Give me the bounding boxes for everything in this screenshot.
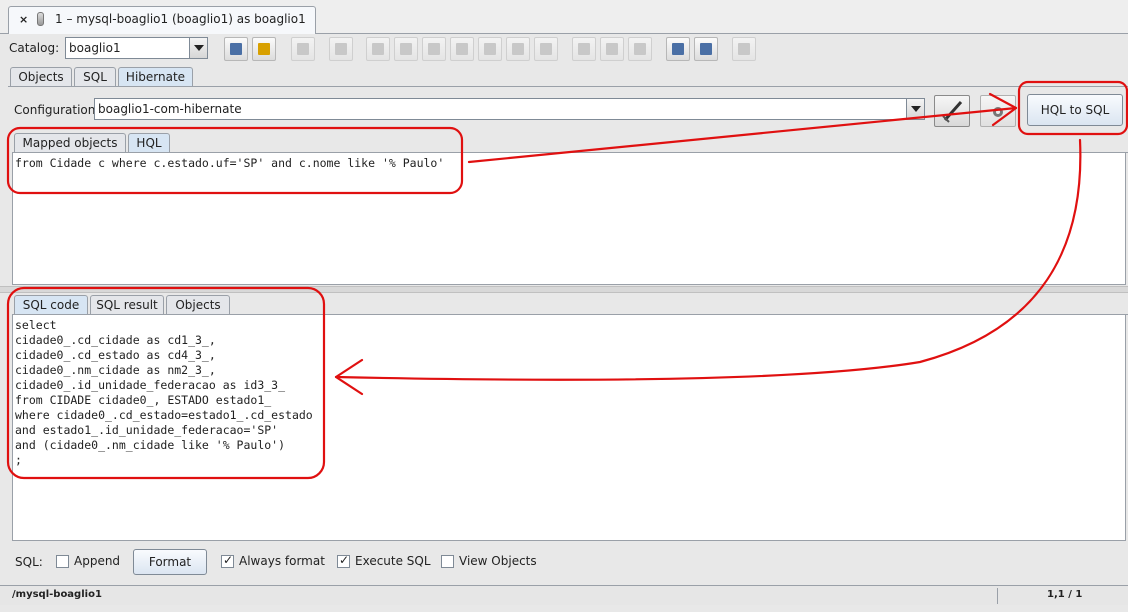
tab-sql-code-label: SQL code	[22, 298, 80, 312]
hql-editor[interactable]: from Cidade c where c.estado.uf='SP' and…	[12, 153, 1126, 285]
sql-line: cidade0_.nm_cidade as nm2_3_,	[15, 363, 216, 377]
sql-line: select	[15, 318, 57, 332]
copy-icon[interactable]	[422, 37, 446, 61]
stop-icon[interactable]	[291, 37, 315, 61]
sql-options-label: SQL:	[15, 555, 43, 569]
view-objects-checkbox[interactable]	[441, 555, 454, 568]
edit-window-icon[interactable]	[694, 37, 718, 61]
append-checkbox[interactable]	[56, 555, 69, 568]
toolbar: Catalog: boaglio1	[0, 35, 1128, 63]
tab-objects-result-label: Objects	[175, 298, 221, 312]
sql-options-row: SQL: Append Format Always format Execute…	[0, 547, 1128, 577]
connection-status: /mysql-boaglio1	[12, 589, 102, 600]
list-icon[interactable]	[628, 37, 652, 61]
arrow-down-icon[interactable]	[600, 37, 624, 61]
brush-icon	[942, 101, 963, 123]
settings-icon[interactable]	[732, 37, 756, 61]
sql-code-editor[interactable]: select cidade0_.cd_cidade as cd1_3_, cid…	[12, 315, 1126, 541]
status-divider	[997, 588, 998, 604]
hql-to-sql-button[interactable]: HQL to SQL	[1027, 94, 1123, 126]
step-icon[interactable]	[329, 37, 353, 61]
configuration-select[interactable]: boaglio1-com-hibernate	[94, 98, 925, 120]
tab-objects-result[interactable]: Objects	[166, 295, 230, 315]
chevron-down-icon[interactable]	[906, 99, 924, 119]
window-icon[interactable]	[666, 37, 690, 61]
execute-sql-label: Execute SQL	[355, 554, 431, 568]
sql-line: from CIDADE cidade0_, ESTADO estado1_	[15, 393, 272, 407]
open-icon[interactable]	[394, 37, 418, 61]
tab-objects-label: Objects	[18, 70, 64, 84]
settings-button[interactable]	[980, 95, 1016, 127]
tab-mapped-objects-label: Mapped objects	[22, 136, 118, 150]
sql-line: ;	[15, 453, 22, 467]
sql-line: cidade0_.id_unidade_federacao as id3_3_	[15, 378, 286, 392]
save-icon[interactable]	[450, 37, 474, 61]
tab-sql-label: SQL	[83, 70, 107, 84]
catalog-label: Catalog:	[9, 41, 60, 55]
tab-mapped-objects[interactable]: Mapped objects	[14, 133, 126, 153]
print-icon[interactable]	[506, 37, 530, 61]
document-tab[interactable]: × 1 – mysql-boaglio1 (boaglio1) as boagl…	[8, 6, 316, 34]
sql-line: cidade0_.cd_estado as cd4_3_,	[15, 348, 216, 362]
save-as-icon[interactable]	[478, 37, 502, 61]
always-format-checkbox[interactable]	[221, 553, 234, 568]
tab-hibernate-label: Hibernate	[125, 70, 186, 84]
tab-hql[interactable]: HQL	[128, 133, 170, 153]
arrow-up-icon[interactable]	[572, 37, 596, 61]
always-format-label: Always format	[239, 554, 325, 568]
tab-sql-code[interactable]: SQL code	[14, 295, 88, 315]
new-icon[interactable]	[366, 37, 390, 61]
status-bar: /mysql-boaglio1 1,1 / 1	[0, 585, 1128, 605]
sql-line: cidade0_.cd_cidade as cd1_3_,	[15, 333, 216, 347]
document-tab-strip: × 1 – mysql-boaglio1 (boaglio1) as boagl…	[0, 0, 1128, 34]
tab-hql-label: HQL	[136, 136, 162, 150]
close-icon[interactable]: ×	[19, 13, 28, 26]
gear-icon	[993, 107, 1003, 117]
document-tab-title: 1 – mysql-boaglio1 (boaglio1) as boaglio…	[55, 12, 306, 26]
sql-line: and estado1_.id_unidade_federacao='SP'	[15, 423, 279, 437]
database-icon	[37, 12, 44, 26]
tab-objects[interactable]: Objects	[10, 67, 72, 87]
hql-query-text: from Cidade c where c.estado.uf='SP' and…	[15, 156, 445, 170]
append-label: Append	[74, 554, 121, 568]
tab-divider	[8, 86, 1128, 87]
tab-sql-result-label: SQL result	[96, 298, 158, 312]
execute-sql-checkbox[interactable]	[337, 553, 350, 568]
delete-icon[interactable]	[534, 37, 558, 61]
tab-hibernate[interactable]: Hibernate	[118, 67, 193, 87]
tab-sql-result[interactable]: SQL result	[90, 295, 164, 315]
brush-button[interactable]	[934, 95, 970, 127]
cursor-position: 1,1 / 1	[1047, 589, 1083, 600]
tab-sql[interactable]: SQL	[74, 67, 116, 87]
catalog-select[interactable]: boaglio1	[65, 37, 208, 59]
sql-line: where cidade0_.cd_estado=estado1_.cd_est…	[15, 408, 313, 422]
configuration-value: boaglio1-com-hibernate	[98, 102, 242, 116]
configuration-label: Configuration	[14, 103, 96, 117]
chevron-down-icon[interactable]	[189, 38, 207, 58]
run-icon[interactable]	[224, 37, 248, 61]
format-button[interactable]: Format	[133, 549, 207, 575]
view-objects-label: View Objects	[459, 554, 537, 568]
split-pane-divider[interactable]	[0, 286, 1128, 293]
sql-line: and (cidade0_.nm_cidade like '% Paulo')	[15, 438, 286, 452]
refresh-icon[interactable]	[252, 37, 276, 61]
catalog-value: boaglio1	[69, 41, 121, 55]
